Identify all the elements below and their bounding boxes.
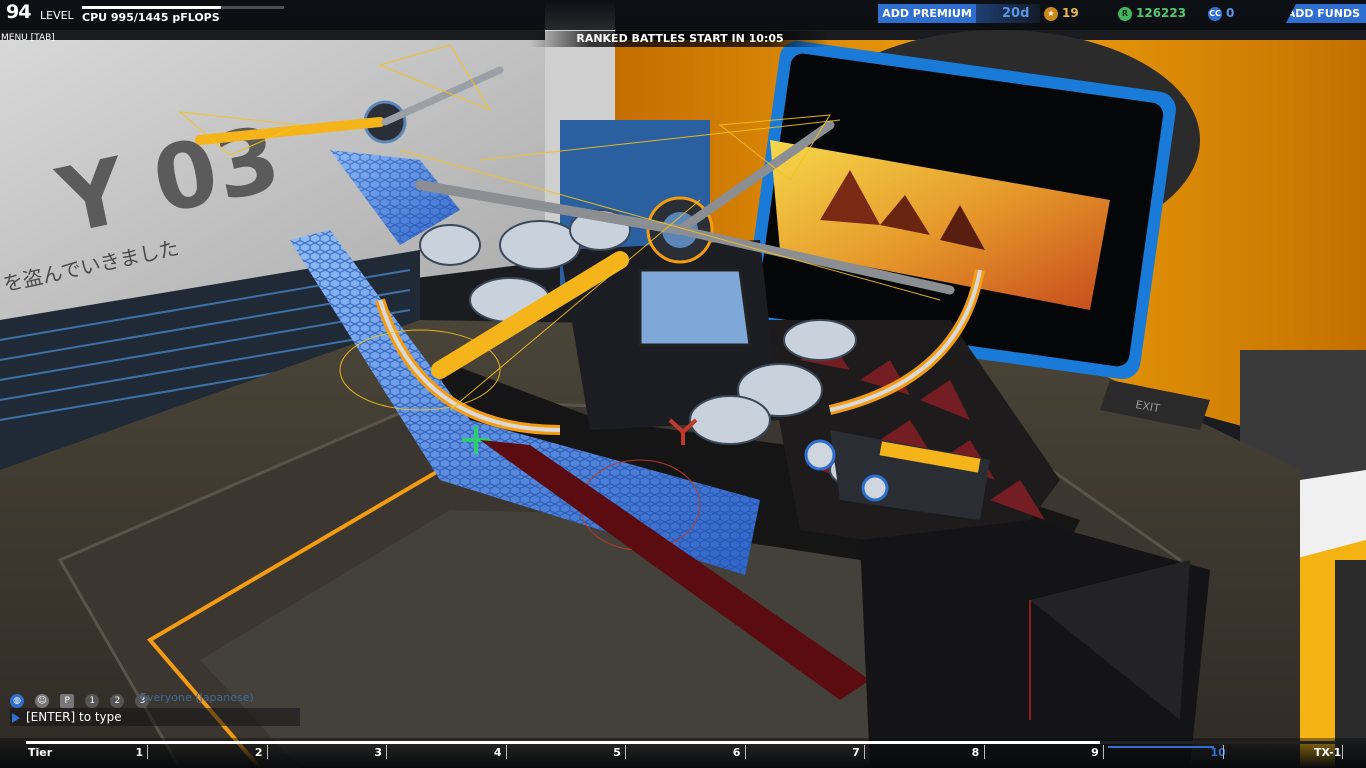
premium-currency-value: 19 [1062, 6, 1079, 20]
tier-label-7: 7 [852, 746, 860, 759]
chat-input[interactable]: [ENTER] to type [10, 708, 300, 726]
cosmetic-credits-value: 0 [1226, 6, 1235, 20]
globe-icon[interactable]: ◍ [10, 693, 24, 708]
friends-1-icon[interactable]: 1 [85, 693, 100, 708]
player-level-number: 94 [6, 1, 31, 23]
tier-tick [625, 745, 627, 759]
tier-tick [386, 745, 388, 759]
tier-label-3: 3 [374, 746, 383, 759]
garage-scene: Y 03 を盗んでいきました EXIT [0, 0, 1366, 768]
premium-currency: ★ 19 [1044, 4, 1079, 23]
tier-tick [266, 745, 268, 759]
tier-label-6: 6 [732, 746, 741, 759]
tier-label-tier: Tier [28, 746, 53, 759]
tier-progress-fill [26, 741, 1101, 744]
tier-tick [983, 745, 985, 759]
tier-tick [744, 745, 746, 759]
tier-label-10: 10 [1210, 746, 1226, 759]
party-icon[interactable]: P [60, 693, 75, 708]
robits-balance: R 126223 [1118, 4, 1186, 23]
cpu-usage-fill [82, 6, 222, 9]
player-level-label: LEVEL [40, 9, 74, 22]
chat-input-placeholder: [ENTER] to type [26, 710, 122, 724]
premium-currency-icon: ★ [1044, 6, 1058, 21]
tier-tick [147, 745, 149, 759]
cpu-usage-bar [82, 6, 284, 9]
tier-label-8: 8 [971, 746, 980, 759]
tier-label-9: 9 [1091, 746, 1099, 759]
robits-value: 126223 [1136, 6, 1187, 20]
cosmetic-credits-balance: CC 0 [1208, 4, 1234, 23]
robits-icon: R [1118, 6, 1132, 21]
chat-channel-name: Everyone (Japanese) [140, 691, 254, 704]
tier-tick [1103, 745, 1105, 759]
tier-label-tx-1: TX-1 [1314, 746, 1342, 759]
ranked-battles-timer: RANKED BATTLES START IN 10:05 [530, 31, 830, 47]
tier-tick [505, 745, 507, 759]
tier-label-5: 5 [613, 746, 621, 759]
chat-channel-icons: ◍ ☺ P 1 2 3 [10, 690, 155, 708]
tier-tick [1222, 745, 1224, 759]
person-icon[interactable]: ☺ [35, 693, 50, 708]
tier-label-1: 1 [135, 746, 144, 759]
premium-days-remaining: 20d [976, 4, 1040, 23]
menu-button[interactable]: MENU [TAB] [1, 33, 55, 43]
tier-label-4: 4 [493, 746, 502, 759]
cosmetic-credits-icon: CC [1208, 6, 1222, 21]
chat-caret-icon [12, 712, 20, 723]
add-funds-button[interactable]: ADD FUNDS [1286, 4, 1366, 23]
tier-label-2: 2 [254, 746, 263, 759]
tier-progress-track [26, 741, 1336, 744]
add-premium-button[interactable]: ADD PREMIUM [878, 4, 976, 23]
tier-tick [864, 745, 866, 759]
tier-tick [1342, 745, 1343, 759]
tier-current-marker [1108, 746, 1214, 748]
cpu-usage-text: CPU 995/1445 pFLOPS [82, 11, 220, 24]
friends-2-icon[interactable]: 2 [110, 693, 125, 708]
